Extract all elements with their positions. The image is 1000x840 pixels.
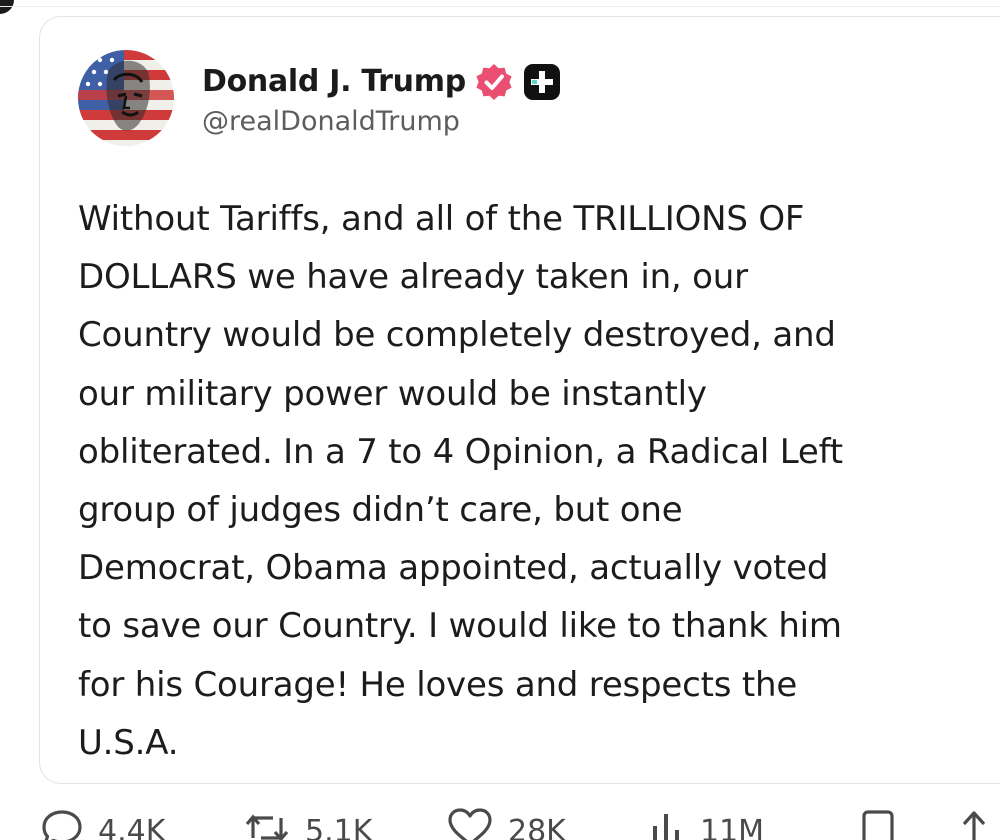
views-count: 11M: [700, 814, 765, 840]
author-display-name[interactable]: Donald J. Trump: [202, 64, 466, 99]
post-action-bar: 4.4K 5.1K 28K 11M: [0, 808, 1000, 840]
views-indicator: 11M: [646, 808, 764, 840]
retruth-icon: [245, 814, 289, 840]
like-count: 28K: [508, 814, 566, 840]
plus-badge-icon: [523, 63, 560, 100]
reply-count: 4.4K: [98, 814, 166, 840]
share-button[interactable]: [956, 808, 992, 840]
top-divider: [0, 6, 1000, 7]
views-icon: [653, 814, 679, 840]
retruth-count: 5.1K: [305, 814, 373, 840]
bookmark-button[interactable]: [860, 808, 896, 840]
post-body-text: Without Tariffs, and all of the TRILLION…: [78, 199, 843, 763]
author-info: Donald J. Trump @realDonaldTrump: [202, 60, 561, 137]
verified-badge-icon: [476, 63, 512, 100]
post-header: Donald J. Trump @realDonaldTrump: [78, 50, 561, 146]
share-icon: [962, 811, 986, 840]
author-handle[interactable]: @realDonaldTrump: [202, 106, 561, 137]
avatar-image: [78, 50, 174, 146]
screenshot-page: Donald J. Trump @realDonaldTrump Without…: [0, 0, 1000, 840]
corner-dot: [0, 0, 14, 14]
avatar[interactable]: [78, 50, 174, 146]
bookmark-icon: [862, 810, 894, 840]
reply-icon: [42, 810, 82, 840]
retruth-button[interactable]: 5.1K: [243, 808, 372, 840]
like-button[interactable]: 28K: [446, 808, 566, 840]
reply-button[interactable]: 4.4K: [40, 808, 165, 840]
heart-icon: [448, 808, 492, 840]
name-row: Donald J. Trump: [202, 60, 561, 104]
